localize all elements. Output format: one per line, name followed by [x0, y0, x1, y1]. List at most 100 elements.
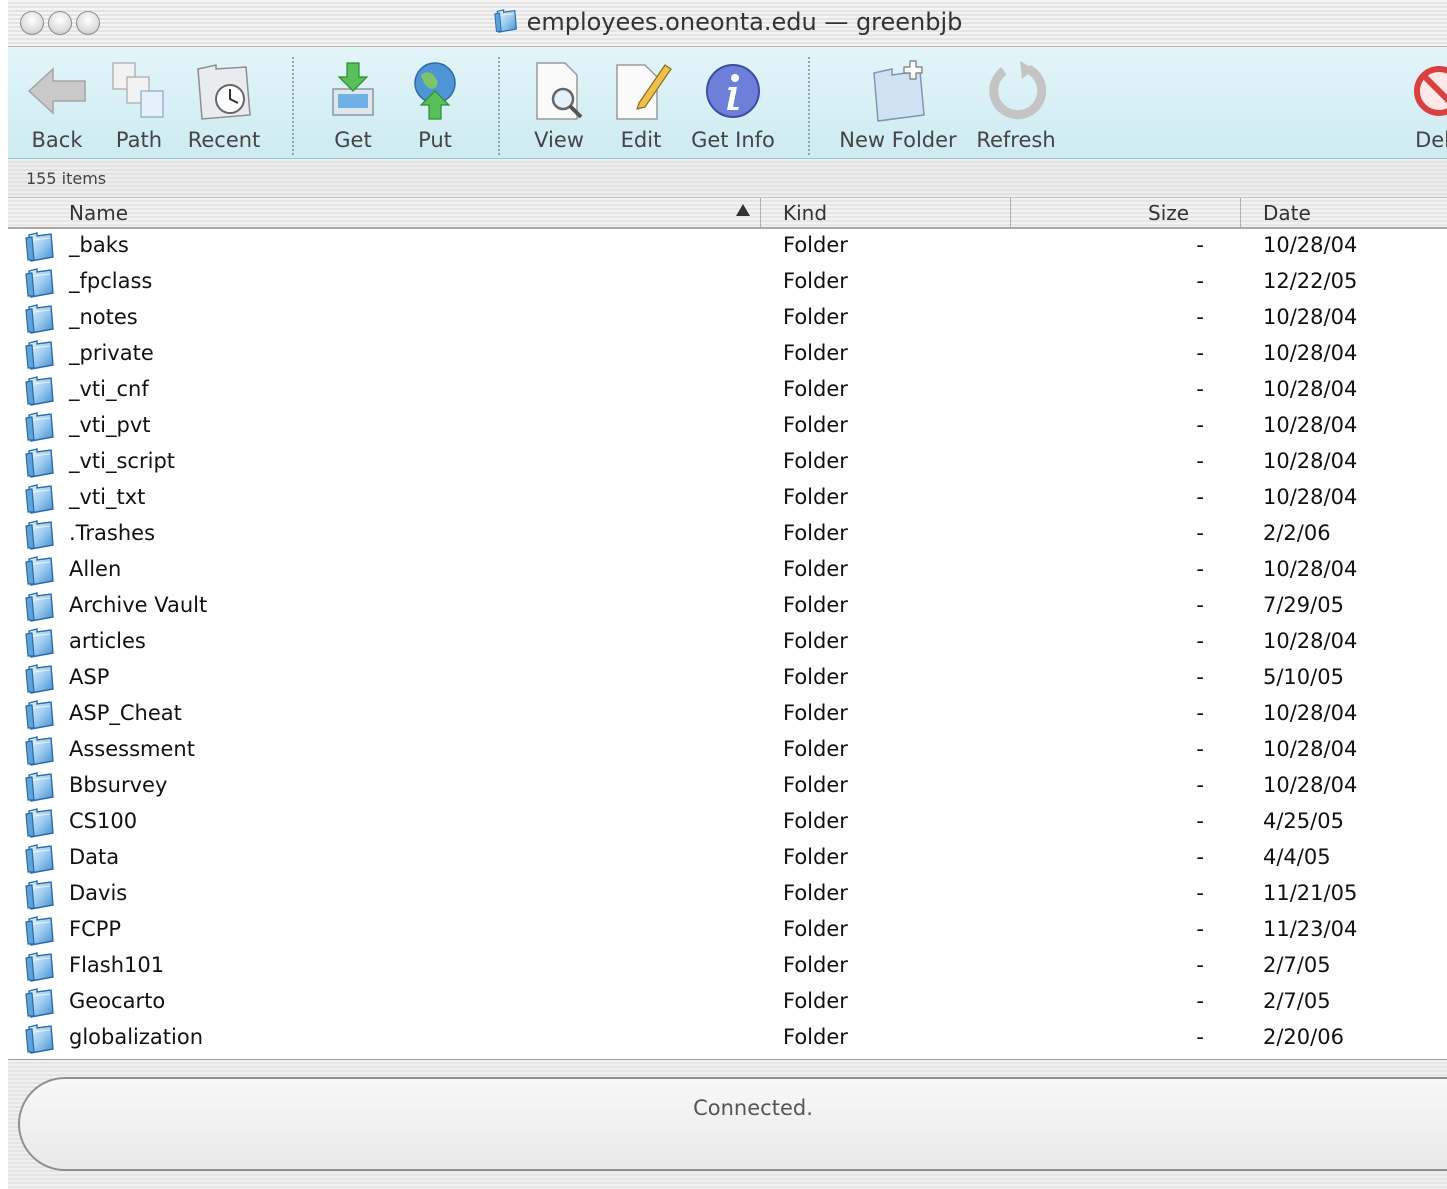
file-date: 10/28/04 — [1263, 305, 1358, 329]
toolbar-separator — [498, 57, 500, 155]
folder-icon — [25, 772, 54, 802]
table-row[interactable]: Geocarto Folder - 2/7/05 — [8, 985, 1447, 1021]
file-kind: Folder — [783, 845, 848, 869]
table-row[interactable]: _vti_cnf Folder - 10/28/04 — [8, 373, 1447, 409]
file-date: 10/28/04 — [1263, 773, 1358, 797]
table-row[interactable]: _baks Folder - 10/28/04 — [8, 229, 1447, 265]
file-size: - — [1196, 845, 1204, 869]
file-date: 10/28/04 — [1263, 413, 1358, 437]
file-date: 12/22/05 — [1263, 269, 1358, 293]
file-date: 10/28/04 — [1263, 701, 1358, 725]
file-date: 7/29/05 — [1263, 593, 1344, 617]
file-size: - — [1196, 305, 1204, 329]
folder-icon — [25, 988, 54, 1018]
get-info-button[interactable]: Get Info — [691, 51, 775, 155]
table-row[interactable]: Bbsurvey Folder - 10/28/04 — [8, 769, 1447, 805]
file-name: ASP_Cheat — [69, 701, 182, 725]
table-row[interactable]: FCPP Folder - 11/23/04 — [8, 913, 1447, 949]
table-row[interactable]: Archive Vault Folder - 7/29/05 — [8, 589, 1447, 625]
table-row[interactable]: _notes Folder - 10/28/04 — [8, 301, 1447, 337]
table-row[interactable]: ASP_Cheat Folder - 10/28/04 — [8, 697, 1447, 733]
file-date: 11/21/05 — [1263, 881, 1358, 905]
folder-icon — [25, 376, 54, 406]
table-row[interactable]: Flash101 Folder - 2/7/05 — [8, 949, 1447, 985]
column-divider[interactable] — [1240, 198, 1241, 227]
file-name: Geocarto — [69, 989, 166, 1013]
file-size: - — [1196, 989, 1204, 1013]
file-name: Assessment — [69, 737, 195, 761]
file-name: globalization — [69, 1025, 203, 1049]
file-name: Flash101 — [69, 953, 165, 977]
table-row[interactable]: articles Folder - 10/28/04 — [8, 625, 1447, 661]
new-folder-label: New Folder — [839, 128, 957, 152]
refresh-label: Refresh — [976, 128, 1056, 152]
refresh-icon — [989, 61, 1047, 120]
column-header-date[interactable]: Date — [1263, 201, 1311, 225]
list-header: Name Kind Size Date — [8, 198, 1447, 229]
table-row[interactable]: _fpclass Folder - 12/22/05 — [8, 265, 1447, 301]
file-kind: Folder — [783, 377, 848, 401]
column-header-size[interactable]: Size — [1148, 201, 1189, 225]
folder-icon — [25, 916, 54, 946]
column-divider[interactable] — [760, 198, 761, 227]
new-folder-button[interactable]: New Folder — [839, 51, 957, 155]
table-row[interactable]: .Trashes Folder - 2/2/06 — [8, 517, 1447, 553]
file-kind: Folder — [783, 737, 848, 761]
file-date: 11/23/04 — [1263, 917, 1358, 941]
file-kind: Folder — [783, 701, 848, 725]
file-size: - — [1196, 521, 1204, 545]
file-kind: Folder — [783, 557, 848, 581]
window-title-text: employees.oneonta.edu — greenbjb — [526, 8, 963, 36]
title-bar: employees.oneonta.edu — greenbjb — [8, 0, 1447, 47]
file-date: 10/28/04 — [1263, 629, 1358, 653]
file-size: - — [1196, 413, 1204, 437]
table-row[interactable]: _vti_txt Folder - 10/28/04 — [8, 481, 1447, 517]
table-row[interactable]: ASP Folder - 5/10/05 — [8, 661, 1447, 697]
file-kind: Folder — [783, 773, 848, 797]
put-label: Put — [418, 128, 452, 152]
refresh-button[interactable]: Refresh — [976, 51, 1056, 155]
column-header-kind[interactable]: Kind — [783, 201, 827, 225]
file-kind: Folder — [783, 485, 848, 509]
path-button[interactable]: Path — [104, 51, 174, 155]
file-name: Bbsurvey — [69, 773, 168, 797]
file-name: _vti_txt — [69, 485, 146, 509]
folder-icon — [25, 808, 54, 838]
put-button[interactable]: Put — [400, 51, 470, 155]
edit-button[interactable]: Edit — [606, 51, 676, 155]
folder-icon — [25, 736, 54, 766]
download-icon — [332, 62, 374, 116]
table-row[interactable]: _vti_script Folder - 10/28/04 — [8, 445, 1447, 481]
get-button[interactable]: Get — [318, 51, 388, 155]
column-header-name[interactable]: Name — [69, 201, 128, 225]
file-kind: Folder — [783, 305, 848, 329]
file-kind: Folder — [783, 809, 848, 833]
file-date: 5/10/05 — [1263, 665, 1344, 689]
table-row[interactable]: Data Folder - 4/4/05 — [8, 841, 1447, 877]
file-list: _baks Folder - 10/28/04 _fpclass Folder … — [8, 229, 1447, 1060]
file-name: .Trashes — [69, 521, 156, 545]
table-row[interactable]: CS100 Folder - 4/25/05 — [8, 805, 1447, 841]
folder-icon — [25, 304, 54, 334]
table-row[interactable]: globalization Folder - 2/20/06 — [8, 1021, 1447, 1057]
recent-button[interactable]: Recent — [188, 51, 260, 155]
file-date: 10/28/04 — [1263, 341, 1358, 365]
recent-label: Recent — [187, 128, 261, 152]
back-button[interactable]: Back — [22, 51, 92, 155]
table-row[interactable]: _vti_pvt Folder - 10/28/04 — [8, 409, 1447, 445]
folder-icon — [25, 592, 54, 622]
table-row[interactable]: Allen Folder - 10/28/04 — [8, 553, 1447, 589]
file-name: FCPP — [69, 917, 122, 941]
delete-button[interactable]: Dele — [1404, 51, 1447, 155]
table-row[interactable]: Davis Folder - 11/21/05 — [8, 877, 1447, 913]
view-button[interactable]: View — [523, 51, 595, 155]
file-size: - — [1196, 593, 1204, 617]
table-row[interactable]: Assessment Folder - 10/28/04 — [8, 733, 1447, 769]
file-name: CS100 — [69, 809, 138, 833]
column-divider[interactable] — [1010, 198, 1011, 227]
file-date: 10/28/04 — [1263, 557, 1358, 581]
table-row[interactable]: _private Folder - 10/28/04 — [8, 337, 1447, 373]
items-count: 155 items — [26, 169, 107, 188]
folder-icon — [25, 520, 54, 550]
file-name: _baks — [69, 233, 129, 257]
